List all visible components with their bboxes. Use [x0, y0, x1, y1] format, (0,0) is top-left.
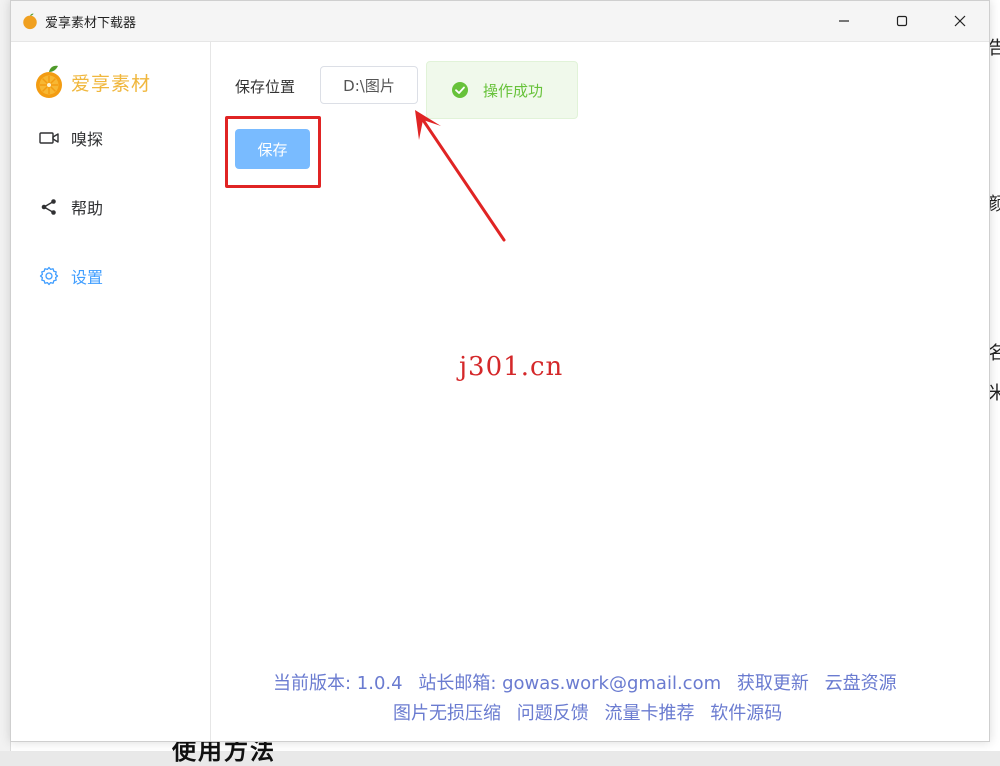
sidebar-item-settings[interactable]: 设置	[39, 262, 103, 290]
get-update-link[interactable]: 获取更新	[737, 673, 809, 694]
title-bar: 爱享素材下载器	[11, 1, 989, 42]
app-window: 爱享素材下载器 爱享素材 嗅探 帮助 设置 保存位置 D:\图片 操作成功 保存…	[10, 0, 990, 742]
feedback-link[interactable]: 问题反馈	[517, 703, 589, 724]
window-title: 爱享素材下载器	[45, 16, 137, 31]
sidebar-item-label: 帮助	[71, 199, 104, 218]
save-location-label: 保存位置	[235, 78, 296, 96]
webmaster-email: 站长邮箱: gowas.work@gmail.com	[418, 673, 722, 694]
sidebar: 爱享素材 嗅探 帮助 设置	[11, 42, 211, 741]
orange-app-icon	[23, 13, 37, 30]
version-info: 当前版本: 1.0.4	[273, 673, 403, 694]
maximize-icon	[896, 15, 908, 27]
sidebar-item-label: 设置	[71, 268, 104, 287]
brand-name: 爱享素材	[71, 72, 152, 95]
save-path-input[interactable]	[320, 66, 418, 104]
video-camera-icon	[39, 128, 59, 148]
sim-card-link[interactable]: 流量卡推荐	[604, 703, 694, 724]
sidebar-item-sniff[interactable]: 嗅探	[39, 124, 103, 152]
sidebar-item-label: 嗅探	[71, 130, 104, 149]
footer-line-1: 当前版本: 1.0.4 站长邮箱: gowas.work@gmail.com 获…	[273, 670, 897, 698]
maximize-button[interactable]	[873, 1, 931, 41]
orange-logo-icon	[36, 65, 62, 98]
close-button[interactable]	[931, 1, 989, 41]
toast-message: 操作成功	[483, 81, 544, 100]
save-button[interactable]: 保存	[235, 129, 310, 169]
watermark: j301.cn	[459, 352, 564, 382]
minimize-icon	[839, 20, 849, 22]
share-icon	[39, 197, 59, 217]
success-check-icon	[452, 82, 468, 98]
annotation-arrow	[415, 110, 506, 242]
footer-line-2: 图片无损压缩 问题反馈 流量卡推荐 软件源码	[393, 700, 782, 728]
brand: 爱享素材	[33, 64, 151, 100]
close-icon	[954, 15, 966, 27]
image-compress-link[interactable]: 图片无损压缩	[393, 703, 501, 724]
cloud-resources-link[interactable]: 云盘资源	[825, 673, 897, 694]
sidebar-item-help[interactable]: 帮助	[39, 193, 103, 221]
settings-panel: 保存位置 操作成功 保存 j301.cn 当前版本: 1.0.4 站长邮箱: g…	[211, 42, 989, 741]
gear-icon	[39, 266, 59, 286]
minimize-button[interactable]	[815, 1, 873, 41]
source-code-link[interactable]: 软件源码	[710, 703, 782, 724]
